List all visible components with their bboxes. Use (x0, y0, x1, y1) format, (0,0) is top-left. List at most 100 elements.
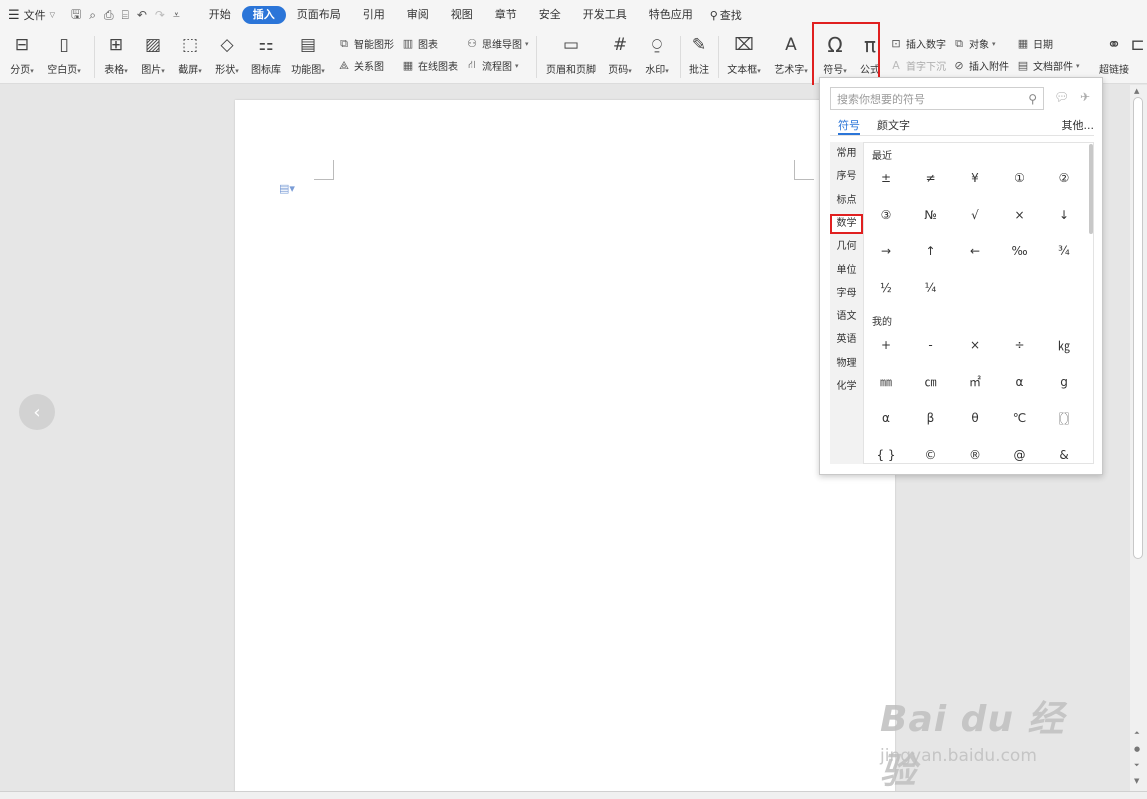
symbol-cell[interactable]: ℃ (1000, 404, 1040, 432)
symbol-cell[interactable]: @ (1000, 441, 1040, 463)
symbol-cell[interactable]: α (866, 404, 906, 432)
watermark-button[interactable]: ⍜ 水印▾ (637, 34, 677, 76)
table-button[interactable]: ⊞ 表格▾ (96, 34, 136, 76)
category-item[interactable]: 字母 (830, 284, 863, 304)
symbol-cell[interactable]: ± (866, 164, 906, 192)
tab-page-layout[interactable]: 页面布局 (286, 6, 352, 24)
symbol-cell[interactable]: ¼ (911, 274, 951, 302)
chart-button[interactable]: ▥ 图表 (401, 36, 438, 51)
symbol-cell[interactable]: × (1000, 201, 1040, 229)
symbol-cell[interactable]: ¾ (1044, 237, 1084, 265)
save-icon[interactable]: 🖫 (71, 5, 81, 26)
category-item[interactable]: 常用 (830, 144, 863, 164)
symbol-cell[interactable]: ® (955, 441, 995, 463)
insert-number-button[interactable]: ⊡ 插入数字 (889, 36, 946, 51)
picture-button[interactable]: ▨ 图片▾ (133, 34, 173, 76)
scroll-down-icon[interactable]: ▼ (1134, 777, 1139, 785)
category-item[interactable]: 英语 (830, 330, 863, 350)
tab-home[interactable]: 开始 (198, 6, 242, 24)
shape-button[interactable]: ◇ 形状▾ (207, 34, 247, 76)
symbol-cell[interactable]: ← (955, 237, 995, 265)
symbol-cell[interactable]: ① (1000, 164, 1040, 192)
prev-page-button[interactable]: ‹ (19, 394, 55, 430)
tab-section[interactable]: 章节 (484, 6, 528, 24)
next-page-small-icon[interactable]: ⏷ (1134, 761, 1140, 770)
category-item[interactable]: 物理 (830, 354, 863, 374)
symbol-search-input[interactable]: 搜索你想要的符号 ⚲ (830, 87, 1044, 110)
symbol-cell[interactable]: - (911, 331, 951, 359)
header-footer-button[interactable]: ▭ 页眉和页脚 (546, 34, 596, 76)
tab-review[interactable]: 审阅 (396, 6, 440, 24)
symbol-cell[interactable]: © (911, 441, 951, 463)
vertical-scrollbar[interactable]: ▲ ⏶ ● ⏷ ▼ (1130, 85, 1147, 791)
tab-developer[interactable]: 开发工具 (572, 6, 638, 24)
scroll-thumb[interactable] (1133, 97, 1143, 559)
category-item[interactable]: 几何 (830, 237, 863, 257)
symbol-cell[interactable]: ↓ (1044, 201, 1084, 229)
pin-icon[interactable]: ✈︎ (1080, 90, 1090, 104)
undo-icon[interactable]: ↶ (137, 8, 147, 22)
other-symbols-link[interactable]: 其他... (1062, 117, 1095, 133)
smart-shape-button[interactable]: ⧉ 智能图形 (337, 36, 394, 52)
page-number-button[interactable]: # 页码▾ (600, 34, 640, 76)
online-chart-button[interactable]: ▦ 在线图表 (401, 58, 458, 73)
textbox-button[interactable]: ⌧ 文本框▾ (724, 34, 764, 76)
symbol-cell[interactable]: ≠ (911, 164, 951, 192)
symbol-cell[interactable]: α (1000, 368, 1040, 396)
customize-icon[interactable]: ⩡ (173, 8, 180, 23)
document-page[interactable]: ▤▾ (235, 100, 895, 799)
tab-special[interactable]: 特色应用 (638, 6, 704, 24)
insert-attachment-button[interactable]: ⊘ 插入附件 (952, 58, 1009, 73)
find-button[interactable]: ⚲ 查找 (704, 7, 748, 23)
tab-kaomoji[interactable]: 颜文字 (877, 117, 910, 135)
redo-icon[interactable]: ↷ (155, 8, 165, 22)
object-button[interactable]: ⧉ 对象 ▾ (952, 36, 995, 52)
symbol-cell[interactable]: ↑ (911, 237, 951, 265)
icon-library-button[interactable]: ⚏ 图标库 (246, 34, 286, 76)
file-menu[interactable]: ☰ 文件 ▽ (0, 7, 63, 23)
symbol-cell[interactable]: ㎏ (1044, 331, 1084, 359)
symbol-scrollbar[interactable] (1088, 142, 1094, 464)
format-painter-icon[interactable]: ⌕ (89, 8, 96, 23)
symbol-cell[interactable]: √ (955, 201, 995, 229)
tab-references[interactable]: 引用 (352, 6, 396, 24)
tab-insert[interactable]: 插入 (241, 6, 286, 24)
symbol-cell[interactable]: × (955, 331, 995, 359)
screenshot-button[interactable]: ⬚ 截屏▾ (170, 34, 210, 76)
search-icon[interactable]: ⚲ (1028, 92, 1037, 106)
scroll-up-icon[interactable]: ▲ (1134, 87, 1139, 95)
print-preview-icon[interactable]: ⌸ (122, 8, 129, 23)
category-item[interactable]: 化学 (830, 377, 863, 397)
drop-cap-button[interactable]: A 首字下沉 (889, 58, 946, 73)
prev-page-small-icon[interactable]: ⏶ (1134, 729, 1140, 738)
symbol-cell[interactable]: { } (866, 441, 906, 463)
page-break-button[interactable]: ⊟ 分页▾ (2, 34, 42, 76)
tab-view[interactable]: 视图 (440, 6, 484, 24)
flowchart-button[interactable]: ⛙ 流程图 ▾ (465, 58, 518, 73)
more-ribbon-button[interactable]: ⊏ (1128, 34, 1147, 56)
symbol-cell[interactable]: ② (1044, 164, 1084, 192)
symbol-scroll-thumb[interactable] (1089, 144, 1093, 234)
tab-security[interactable]: 安全 (528, 6, 572, 24)
doc-parts-button[interactable]: ▤ 文档部件 ▾ (1016, 58, 1080, 73)
symbol-cell[interactable]: β (911, 404, 951, 432)
symbol-cell[interactable]: ÷ (1000, 331, 1040, 359)
symbol-cell[interactable]: ¥ (955, 164, 995, 192)
symbol-cell[interactable]: θ (955, 404, 995, 432)
symbol-cell[interactable]: & (1044, 441, 1084, 463)
symbol-cell[interactable]: → (866, 237, 906, 265)
symbol-cell[interactable]: 〖〗 (1044, 404, 1084, 432)
comment-button[interactable]: ✎ 批注 (679, 34, 719, 76)
symbol-cell[interactable]: ‰ (1000, 237, 1040, 265)
category-item[interactable]: 序号 (830, 167, 863, 187)
symbol-cell[interactable]: № (911, 201, 951, 229)
relation-chart-button[interactable]: ⟁ 关系图 (337, 58, 384, 74)
category-item[interactable]: 标点 (830, 191, 863, 211)
date-button[interactable]: ▦ 日期 (1016, 36, 1053, 51)
select-browse-icon[interactable]: ● (1134, 745, 1140, 753)
wordart-button[interactable]: A 艺术字▾ (771, 34, 811, 76)
symbol-cell[interactable]: + (866, 331, 906, 359)
symbol-cell[interactable]: ③ (866, 201, 906, 229)
tab-symbols[interactable]: 符号 (838, 117, 860, 135)
blank-page-button[interactable]: ▯ 空白页▾ (44, 34, 84, 76)
